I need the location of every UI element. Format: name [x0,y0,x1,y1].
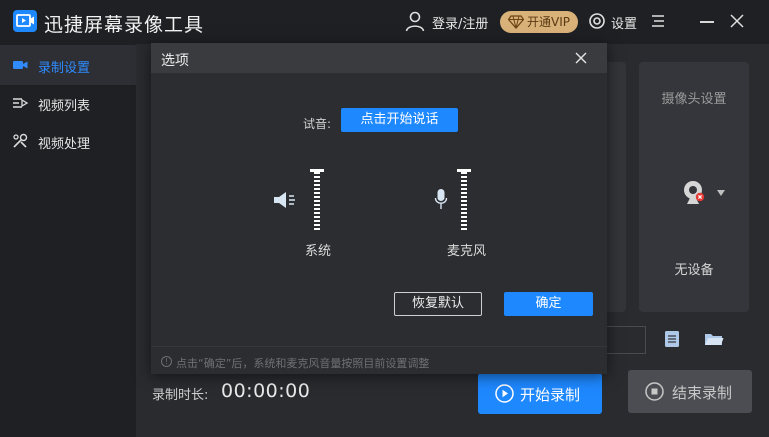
menu-icon[interactable] [651,14,665,28]
dialog-header: 选项 [151,43,607,73]
options-dialog: 选项 试音: 点击开始说话 系统 麦克风 恢复默认 确定 ! 点击“确定”后，系… [151,43,607,374]
play-circle-icon [495,384,514,403]
folder-icon[interactable] [704,331,724,347]
close-icon[interactable] [730,14,744,28]
sidebar-item-label: 视频处理 [38,137,91,152]
microphone-icon [434,189,448,209]
vip-button[interactable]: 开通VIP [500,11,578,33]
start-speaking-button[interactable]: 点击开始说话 [341,108,458,132]
webcam-icon[interactable] [683,180,705,206]
start-recording-button[interactable]: 开始录制 [478,373,602,414]
user-icon[interactable] [404,10,426,32]
video-list-icon [13,98,29,108]
sidebar-item-video-list[interactable]: 视频列表 [0,83,136,123]
duration-value: 00:00:00 [221,380,311,402]
minimize-icon[interactable] [700,21,714,23]
camera-status: 无设备 [674,263,714,278]
stop-recording-label: 结束录制 [672,384,733,402]
vip-label: 开通VIP [527,15,570,29]
sidebar-item-record-settings[interactable]: 录制设置 [0,45,136,85]
microphone-volume-slider[interactable] [457,169,471,231]
camera-settings-title: 摄像头设置 [661,92,727,107]
dialog-close-icon[interactable] [575,52,587,64]
stop-recording-button[interactable]: 结束录制 [628,370,752,413]
diamond-icon [508,15,524,29]
chevron-down-icon[interactable] [717,190,725,196]
sidebar: 录制设置 视频列表 视频处理 [0,44,136,437]
sidebar-item-label: 视频列表 [38,99,91,114]
system-label: 系统 [305,244,332,259]
title-bar: 迅捷屏幕录像工具 登录/注册 开通VIP 设置 [0,0,769,44]
camera-icon [13,61,28,69]
camera-settings-panel: 摄像头设置 无设备 [639,62,749,312]
settings-link[interactable]: 设置 [611,13,637,32]
sidebar-item-label: 录制设置 [38,61,91,76]
volume-level-bar [314,172,320,231]
file-list-icon[interactable] [664,330,680,348]
confirm-button[interactable]: 确定 [504,292,593,316]
restore-defaults-button[interactable]: 恢复默认 [394,292,482,316]
tools-icon [13,133,28,148]
dialog-footer: ! 点击“确定”后，系统和麦克风音量按照目前设置调整 [151,346,607,374]
speaker-icon [274,192,295,208]
gear-icon[interactable] [588,12,606,30]
microphone-label: 麦克风 [447,244,487,259]
info-icon: ! [161,356,172,367]
sound-test-label: 试音: [303,117,332,131]
system-volume-slider[interactable] [310,169,324,231]
duration-label: 录制时长: [152,388,209,403]
app-window: 迅捷屏幕录像工具 登录/注册 开通VIP 设置 录制设置 视频列表 视频处理 摄… [0,0,769,437]
stop-circle-icon [645,382,664,401]
sidebar-item-video-processing[interactable]: 视频处理 [0,121,136,161]
footer-note: 点击“确定”后，系统和麦克风音量按照目前设置调整 [176,357,430,370]
dialog-title: 选项 [161,53,189,69]
app-logo-icon [13,10,37,32]
app-title: 迅捷屏幕录像工具 [44,14,205,36]
login-register-link[interactable]: 登录/注册 [432,13,488,32]
save-path-input[interactable] [606,326,646,354]
start-recording-label: 开始录制 [520,386,581,404]
volume-level-bar [461,172,467,231]
